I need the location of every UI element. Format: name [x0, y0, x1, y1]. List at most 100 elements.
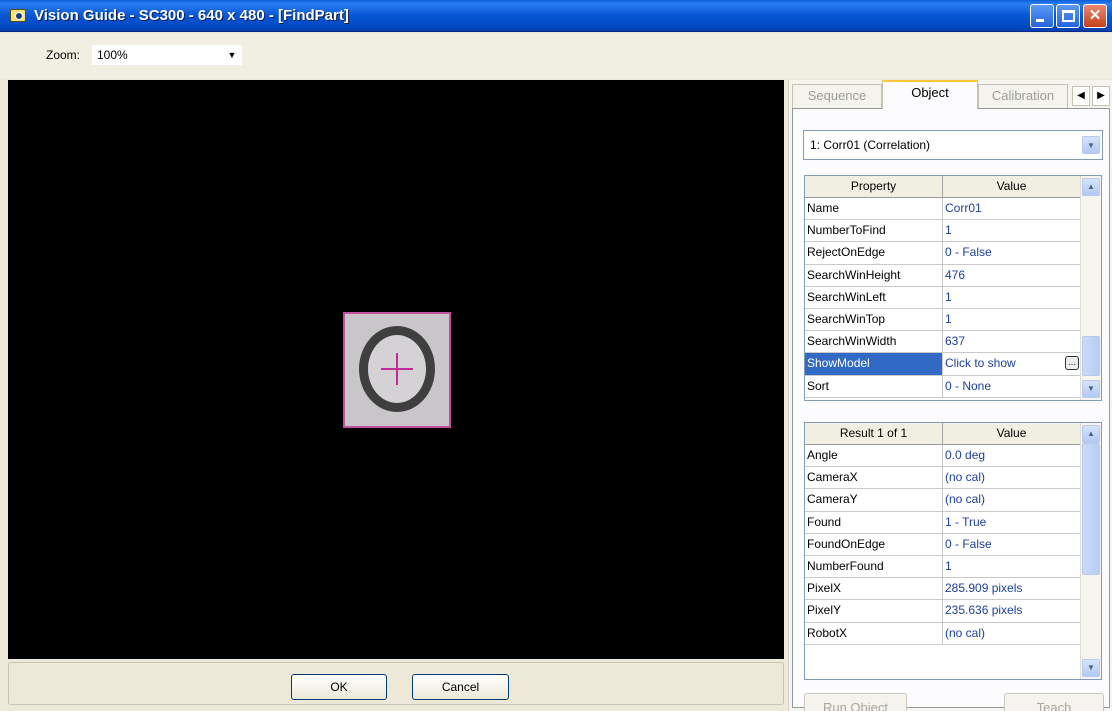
scroll-down-icon[interactable]: ▼	[1082, 659, 1100, 677]
property-name: RejectOnEdge	[805, 242, 943, 264]
result-name: PixelY	[805, 600, 943, 622]
result-row-robotx[interactable]: RobotX (no cal)	[805, 622, 1081, 645]
header-property[interactable]: Property	[805, 176, 943, 198]
property-row-searchwinleft[interactable]: SearchWinLeft 1	[805, 286, 1081, 309]
chevron-right-icon: ▶	[1097, 90, 1105, 101]
found-model-region[interactable]	[343, 312, 451, 428]
result-name: Found	[805, 511, 943, 533]
header-value[interactable]: Value	[943, 176, 1081, 198]
property-row-searchwinheight[interactable]: SearchWinHeight 476	[805, 264, 1081, 287]
run-object-button[interactable]: Run Object	[804, 693, 907, 711]
property-value[interactable]: 0 - None	[943, 376, 1081, 397]
minimize-icon	[1036, 19, 1044, 22]
property-value[interactable]: Click to show	[943, 353, 1081, 374]
result-name: RobotX	[805, 622, 943, 644]
close-icon: ✕	[1088, 7, 1102, 24]
result-value: (no cal)	[945, 625, 986, 640]
ellipsis-button[interactable]: …	[1065, 356, 1079, 371]
cancel-button[interactable]: Cancel	[412, 674, 509, 700]
result-value: 0.0 deg	[945, 448, 986, 462]
scroll-thumb[interactable]	[1082, 336, 1100, 376]
result-name: NumberFound	[805, 555, 943, 578]
property-row-searchwintop[interactable]: SearchWinTop 1	[805, 308, 1081, 332]
result-name: Angle	[805, 445, 943, 467]
header-value[interactable]: Value	[943, 423, 1081, 445]
ok-button[interactable]: OK	[291, 674, 387, 700]
property-name: SearchWinWidth	[805, 331, 943, 353]
result-name: CameraY	[805, 489, 943, 511]
result-row-cameray[interactable]: CameraY (no cal)	[805, 489, 1081, 512]
header-result[interactable]: Result 1 of 1	[805, 423, 943, 445]
result-row-camerax[interactable]: CameraX (no cal)	[805, 467, 1081, 490]
title-bar: Vision Guide - SC300 - 640 x 480 - [Find…	[0, 0, 1112, 32]
result-name: CameraX	[805, 467, 943, 489]
property-row-showmodel[interactable]: ShowModel Click to show …	[805, 353, 1081, 376]
property-name: Name	[805, 198, 943, 220]
close-button[interactable]: ✕	[1083, 4, 1107, 28]
property-grid-header: Property Value	[805, 176, 1081, 198]
property-value[interactable]: Corr01	[943, 198, 1081, 219]
result-value: 235.636 pixels	[945, 603, 1023, 618]
property-value[interactable]: 1	[943, 287, 1081, 308]
teach-button[interactable]: Teach	[1004, 693, 1104, 711]
object-select-dropdown[interactable]: 1: Corr01 (Correlation) ▼	[803, 130, 1103, 160]
tab-object[interactable]: Object	[882, 80, 978, 109]
tab-scroll-right-button[interactable]: ▶	[1092, 86, 1110, 106]
result-value: 285.909 pixels	[945, 581, 1023, 596]
property-row-numbertofind[interactable]: NumberToFind 1	[805, 220, 1081, 243]
object-tab-panel: 1: Corr01 (Correlation) ▼ Property Value…	[792, 108, 1110, 711]
result-rows: Angle 0.0 deg CameraX (no cal) CameraY (…	[805, 445, 1081, 645]
object-select-value: 1: Corr01 (Correlation)	[810, 138, 931, 152]
zoom-label: Zoom:	[46, 48, 81, 62]
tab-sequence[interactable]: Sequence	[792, 84, 882, 108]
property-row-searchwinwidth[interactable]: SearchWinWidth 637	[805, 331, 1081, 354]
camera-image-view[interactable]	[8, 80, 784, 659]
zoom-dropdown[interactable]: 100% ▼	[92, 45, 242, 65]
property-value[interactable]: 1	[943, 220, 1081, 241]
result-row-pixelx[interactable]: PixelX 285.909 pixels	[805, 578, 1081, 601]
scroll-up-icon[interactable]: ▲	[1082, 178, 1100, 196]
maximize-button[interactable]	[1056, 4, 1080, 28]
tab-scroll-left-button[interactable]: ◀	[1072, 86, 1090, 106]
property-row-sort[interactable]: Sort 0 - None	[805, 375, 1081, 398]
property-scrollbar[interactable]: ▲ ▼	[1080, 176, 1101, 400]
property-rows: Name Corr01 NumberToFind 1 RejectOnEdge …	[805, 198, 1081, 398]
chevron-left-icon: ◀	[1077, 90, 1085, 101]
result-row-angle[interactable]: Angle 0.0 deg	[805, 445, 1081, 468]
scroll-down-icon[interactable]: ▼	[1082, 380, 1100, 398]
property-value[interactable]: 637	[943, 331, 1081, 352]
result-value: (no cal)	[945, 492, 986, 507]
dialog-footer: OK Cancel	[8, 662, 784, 705]
maximize-icon	[1062, 10, 1075, 22]
result-value: 1 - True	[945, 514, 987, 529]
result-row-pixely[interactable]: PixelY 235.636 pixels	[805, 600, 1081, 623]
scroll-thumb[interactable]	[1082, 443, 1100, 575]
property-row-name[interactable]: Name Corr01	[805, 198, 1081, 221]
property-name: Sort	[805, 375, 943, 397]
chevron-down-icon[interactable]: ▼	[1082, 136, 1100, 154]
result-value: (no cal)	[945, 470, 986, 485]
property-grid: Property Value Name Corr01 NumberToFind …	[804, 175, 1102, 401]
property-value[interactable]: 0 - False	[943, 242, 1081, 263]
results-grid: Result 1 of 1 Value Angle 0.0 deg Camera…	[804, 422, 1102, 680]
crosshair-icon	[381, 353, 413, 385]
scroll-up-icon[interactable]: ▲	[1082, 425, 1100, 443]
result-value: 1	[945, 558, 952, 573]
side-panel: Sequence Object Calibration ◀ ▶ 1: Corr0…	[788, 80, 1112, 711]
result-row-foundonedge[interactable]: FoundOnEdge 0 - False	[805, 533, 1081, 556]
result-value: 0 - False	[945, 536, 992, 551]
tab-calibration[interactable]: Calibration	[978, 84, 1068, 108]
property-name: SearchWinTop	[805, 308, 943, 331]
results-scrollbar[interactable]: ▲ ▼	[1080, 423, 1101, 679]
result-name: FoundOnEdge	[805, 533, 943, 555]
result-row-numberfound[interactable]: NumberFound 1	[805, 555, 1081, 579]
property-row-rejectonedge[interactable]: RejectOnEdge 0 - False	[805, 242, 1081, 265]
property-value[interactable]: 1	[943, 309, 1081, 330]
chevron-down-icon[interactable]: ▼	[225, 48, 239, 63]
property-value[interactable]: 476	[943, 265, 1081, 286]
property-name: ShowModel	[805, 353, 943, 375]
window-title: Vision Guide - SC300 - 640 x 480 - [Find…	[34, 7, 349, 24]
minimize-button[interactable]	[1030, 4, 1054, 28]
result-row-found[interactable]: Found 1 - True	[805, 511, 1081, 534]
property-name: SearchWinLeft	[805, 286, 943, 308]
